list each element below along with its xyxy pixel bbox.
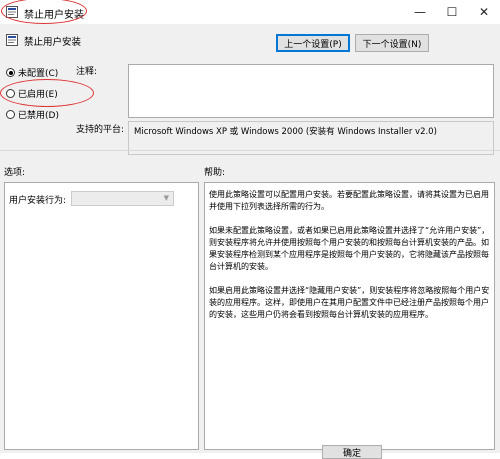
help-paragraph: 使用此策略设置可以配置用户安装。若要配置此策略设置，请将其设置为已启用并使用下拉…: [209, 190, 489, 211]
previous-setting-button[interactable]: 上一个设置(P): [276, 34, 350, 52]
previous-setting-label: 上一个设置(P): [284, 39, 342, 50]
help-paragraph: 如果启用此策略设置并选择“隐藏用户安装”，则安装程序将忽略按照每个用户安装的应用…: [209, 286, 490, 319]
title-bar: 禁止用户安装 — ☐ ✕: [0, 0, 500, 24]
help-paragraph: 如果未配置此策略设置，或者如果已启用此策略设置并选择了“允许用户安装”，则安装程…: [209, 226, 490, 271]
close-icon: ✕: [478, 5, 490, 19]
user-install-behavior-label: 用户安装行为:: [9, 196, 67, 206]
radio-indicator: [6, 110, 15, 119]
comment-label: 注释:: [76, 67, 98, 77]
policy-name: 禁止用户安装: [24, 37, 82, 48]
section-divider: [0, 150, 500, 151]
next-setting-button[interactable]: 下一个设置(N): [355, 34, 429, 52]
options-section-label: 选项:: [4, 168, 26, 178]
close-button[interactable]: ✕: [468, 0, 500, 24]
supported-platforms-label: 支持的平台:: [76, 125, 125, 135]
user-install-behavior-dropdown[interactable]: ▼: [71, 191, 174, 206]
radio-label: 已禁用(D): [18, 111, 59, 121]
options-panel: 用户安装行为: ▼: [4, 182, 199, 450]
maximize-button[interactable]: ☐: [436, 0, 468, 24]
radio-label: 未配置(C): [18, 69, 59, 79]
dialog-body: 禁止用户安装 上一个设置(P) 下一个设置(N) 未配置(C) 已启用(E) 已…: [0, 24, 500, 459]
radio-not-configured[interactable]: 未配置(C): [6, 66, 58, 79]
help-panel: 使用此策略设置可以配置用户安装。若要配置此策略设置，请将其设置为已启用并使用下拉…: [204, 182, 495, 450]
radio-indicator: [6, 68, 15, 77]
ok-button[interactable]: 确定: [322, 445, 382, 459]
maximize-icon: ☐: [446, 5, 458, 19]
annotation-circle-enabled: [0, 79, 94, 107]
minimize-icon: —: [414, 5, 426, 19]
next-setting-label: 下一个设置(N): [362, 39, 422, 50]
policy-icon: [6, 34, 18, 46]
comment-textarea[interactable]: [128, 64, 494, 118]
ok-label: 确定: [342, 448, 361, 459]
supported-platforms-value: Microsoft Windows XP 或 Windows 2000 (安装有…: [134, 127, 437, 137]
minimize-button[interactable]: —: [404, 0, 436, 24]
chevron-down-icon: ▼: [163, 194, 169, 202]
help-section-label: 帮助:: [204, 168, 226, 178]
radio-disabled[interactable]: 已禁用(D): [6, 108, 59, 121]
